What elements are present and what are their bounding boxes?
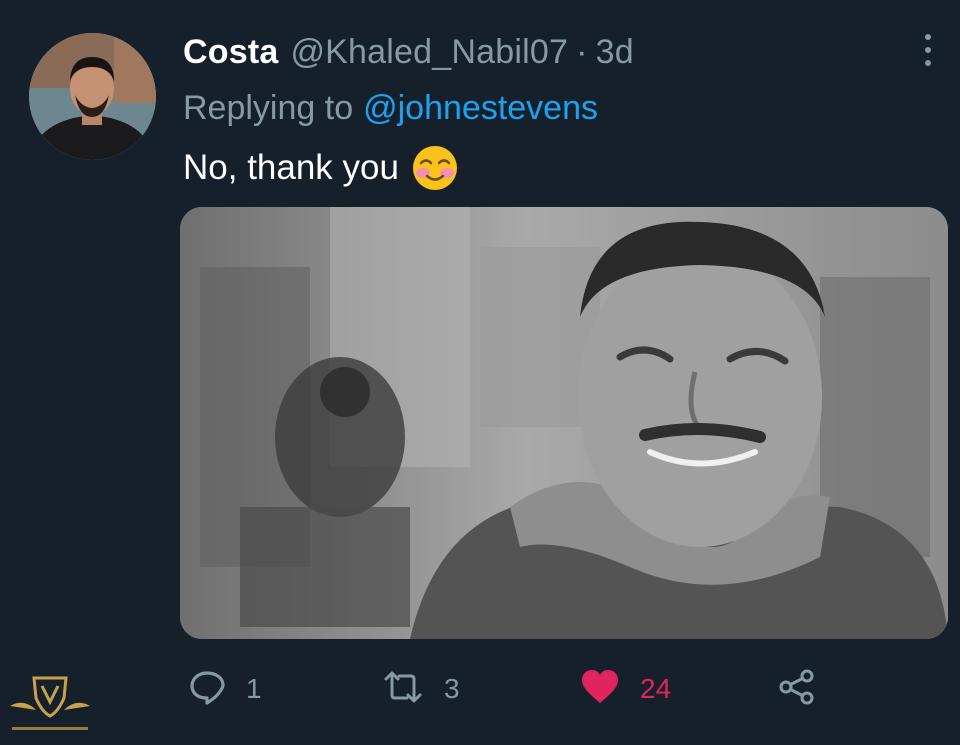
header-separator: · [576,32,588,71]
tweet-text: No, thank you [183,143,459,193]
retweet-button[interactable]: 3 [382,663,460,715]
display-name[interactable]: Costa [183,33,278,72]
watermark-logo [6,672,94,740]
tweet-age[interactable]: 3d [596,33,634,72]
more-vertical-icon[interactable] [915,32,941,68]
reply-count: 1 [246,673,262,704]
reply-mention-link[interactable]: @johnestevens [363,89,598,128]
user-handle[interactable]: @Khaled_Nabil07 [290,33,568,72]
tweet-action-bar: 1 3 24 [0,663,960,715]
share-button[interactable] [778,663,816,715]
like-count: 24 [640,673,672,704]
replying-prefix: Replying to [183,88,354,127]
tweet-body: No, thank you [183,148,399,187]
retweet-count: 3 [444,673,460,704]
replying-to: Replying to @johnestevens [183,84,598,132]
like-button[interactable]: 24 [580,663,671,715]
photo-illustration [180,207,948,639]
reply-button[interactable]: 1 [188,663,262,715]
retweet-icon [382,668,424,711]
share-icon [778,668,816,711]
avatar[interactable] [29,33,156,160]
tweet-header: Costa @Khaled_Nabil07 · 3d [183,26,634,78]
reply-bubble-icon [188,668,226,711]
smiling-face-emoji-icon [411,144,459,192]
heart-icon [580,669,620,710]
avatar-image [29,33,156,160]
tweet-media-image[interactable] [180,207,948,639]
